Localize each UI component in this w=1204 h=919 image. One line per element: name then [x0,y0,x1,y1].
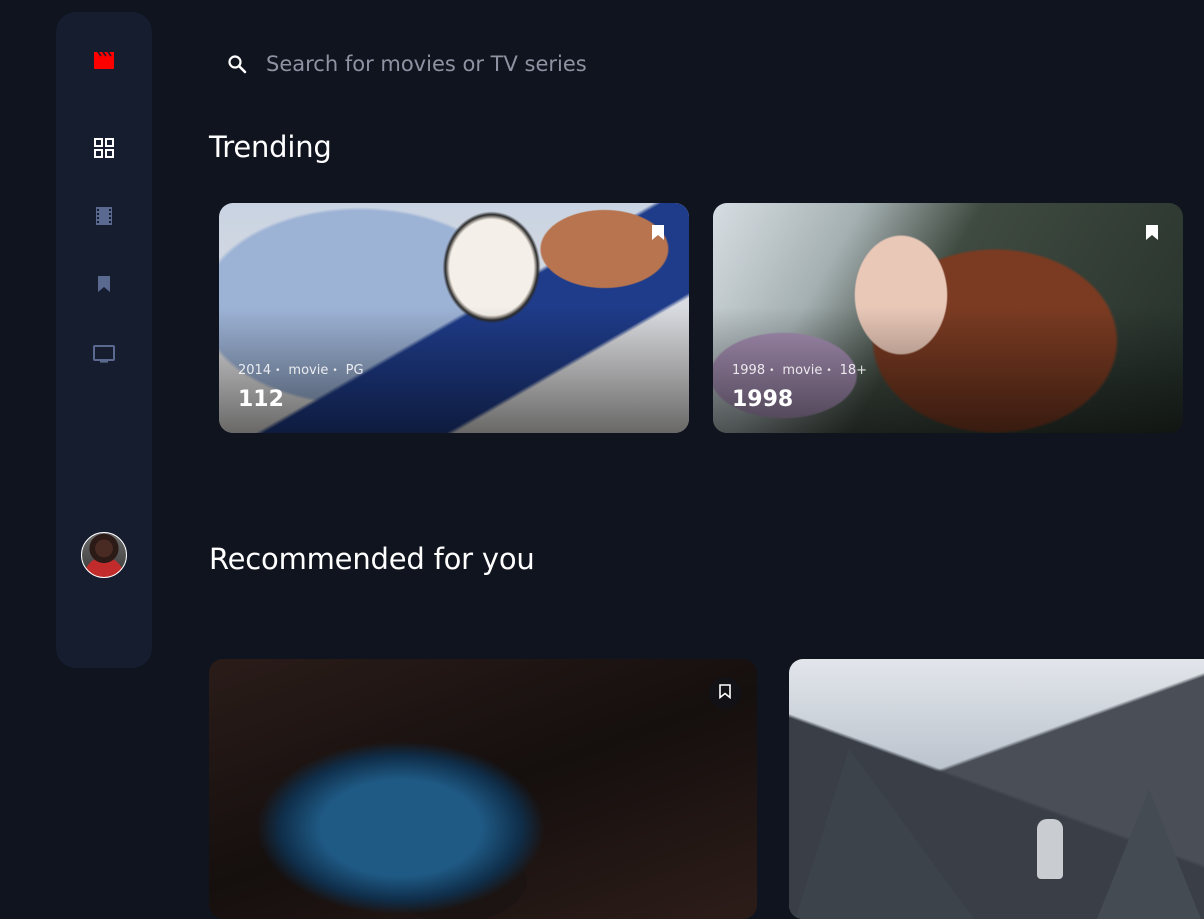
trending-card[interactable]: 2014 • movie • PG 112 [219,203,689,433]
bookmark-filled-icon [652,224,664,244]
search-icon [226,53,248,75]
bookmark-button[interactable] [1139,221,1165,247]
card-thumbnail [209,659,757,919]
nav-tv-series[interactable] [93,343,115,363]
bookmark-outline-icon [719,683,731,703]
film-icon [95,206,113,226]
card-category: movie [782,363,823,378]
nav-movies[interactable] [95,206,113,226]
bookmark-icon [97,275,111,293]
nav-home[interactable] [94,138,114,158]
search-bar [226,44,1126,84]
recommended-card[interactable] [789,659,1204,919]
recommended-heading: Recommended for you [209,542,535,576]
card-category: movie [288,363,329,378]
clapperboard-icon[interactable] [93,50,115,70]
card-rating: PG [345,363,364,378]
search-input[interactable] [266,52,866,76]
card-title: 112 [238,387,284,412]
card-year: 1998 [732,363,766,378]
grid-icon [94,138,114,158]
person-figure [1037,819,1063,879]
bookmark-button[interactable] [645,221,671,247]
nav-bookmarks[interactable] [97,275,111,293]
trending-card[interactable]: 1998 • movie • 18+ 1998 [713,203,1183,433]
card-year: 2014 [238,363,272,378]
tv-icon [93,343,115,363]
card-rating: 18+ [839,363,868,378]
bookmark-button[interactable] [709,677,741,709]
trending-heading: Trending [209,130,332,164]
bookmark-filled-icon [1146,224,1158,244]
card-meta: 1998 • movie • 18+ [732,363,868,378]
card-meta: 2014 • movie • PG [238,363,364,378]
sidebar [56,12,152,668]
recommended-card[interactable] [209,659,757,919]
card-title: 1998 [732,387,794,412]
avatar[interactable] [81,532,127,578]
